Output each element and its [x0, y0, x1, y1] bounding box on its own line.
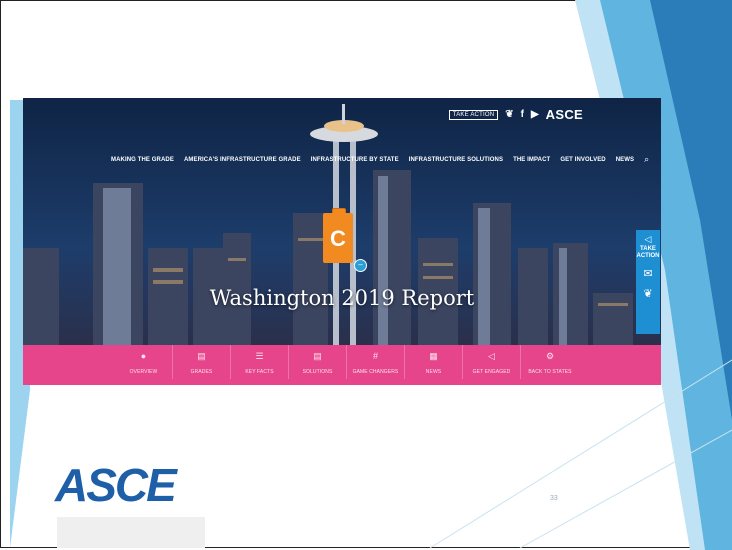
hash-icon: # — [372, 351, 378, 361]
megaphone-icon: ◁ — [488, 351, 495, 361]
subnav-label: GRADES — [190, 369, 213, 375]
megaphone-icon: ◁ — [644, 234, 652, 244]
slide-page-number: 33 — [550, 495, 558, 502]
twitter-icon[interactable]: ❦ — [505, 109, 513, 120]
subnav-label: KEY FACTS — [245, 369, 274, 375]
grade-card: C — [323, 213, 353, 263]
asce-brand-link[interactable]: ASCE — [546, 107, 583, 122]
asce-logo: ASCE — [55, 459, 177, 511]
news-icon: ▦ — [429, 351, 438, 361]
solutions-icon: ▤ — [313, 351, 322, 361]
facebook-icon[interactable]: f — [521, 109, 524, 120]
nav-the-impact[interactable]: THE IMPACT — [513, 157, 550, 163]
email-icon[interactable]: ✉ — [636, 267, 660, 280]
nav-americas-infrastructure-grade[interactable]: AMERICA'S INFRASTRUCTURE GRADE — [184, 157, 301, 163]
youtube-icon[interactable]: ▶ — [531, 109, 539, 120]
take-action-side-panel[interactable]: ◁ TAKE ACTION ✉ ❦ — [636, 230, 660, 334]
nav-get-involved[interactable]: GET INVOLVED — [560, 157, 605, 163]
logo-background-panel — [57, 517, 205, 548]
subnav-label: NEWS — [425, 369, 442, 375]
subnav-solutions[interactable]: ▤ SOLUTIONS — [289, 345, 347, 379]
subnav-get-engaged[interactable]: ◁ GET ENGAGED — [463, 345, 521, 379]
website-screenshot: TAKE ACTION ❦ f ▶ ASCE MAKING THE GRADE … — [23, 98, 661, 385]
section-subnav: ● OVERVIEW ▤ GRADES ☰ KEY FACTS ▤ SOLUTI… — [23, 345, 661, 385]
take-action-label-2: ACTION — [636, 253, 660, 259]
subnav-label: SOLUTIONS — [302, 369, 333, 375]
main-navigation: MAKING THE GRADE AMERICA'S INFRASTRUCTUR… — [111, 154, 649, 165]
subnav-grades[interactable]: ▤ GRADES — [173, 345, 231, 379]
grades-icon: ▤ — [197, 351, 206, 361]
subnav-label: GAME CHANGERS — [352, 369, 399, 375]
subnav-key-facts[interactable]: ☰ KEY FACTS — [231, 345, 289, 379]
top-utility-bar: TAKE ACTION ❦ f ▶ ASCE — [448, 107, 583, 122]
overview-icon: ● — [140, 351, 147, 361]
subnav-back-to-states[interactable]: ⚙ BACK TO STATES — [521, 345, 579, 379]
search-icon[interactable]: ⌕ — [644, 154, 649, 165]
page-title: Washington 2019 Report — [209, 286, 475, 310]
gear-icon: ⚙ — [545, 351, 555, 361]
nav-making-the-grade[interactable]: MAKING THE GRADE — [111, 157, 174, 163]
subnav-game-changers[interactable]: # GAME CHANGERS — [347, 345, 405, 379]
subnav-label: OVERVIEW — [129, 369, 158, 375]
subnav-label: BACK TO STATES — [528, 369, 572, 375]
grade-modifier-badge: – — [354, 259, 367, 272]
subnav-label: GET ENGAGED — [472, 369, 511, 375]
subnav-news[interactable]: ▦ NEWS — [405, 345, 463, 379]
nav-news[interactable]: NEWS — [616, 157, 634, 163]
nav-infrastructure-solutions[interactable]: INFRASTRUCTURE SOLUTIONS — [409, 157, 503, 163]
twitter-icon-side[interactable]: ❦ — [636, 287, 660, 300]
take-action-label-1: TAKE — [640, 246, 656, 252]
list-icon: ☰ — [255, 351, 264, 361]
subnav-overview[interactable]: ● OVERVIEW — [115, 345, 173, 379]
take-action-link[interactable]: TAKE ACTION — [448, 109, 499, 120]
nav-infrastructure-by-state[interactable]: INFRASTRUCTURE BY STATE — [311, 157, 399, 163]
